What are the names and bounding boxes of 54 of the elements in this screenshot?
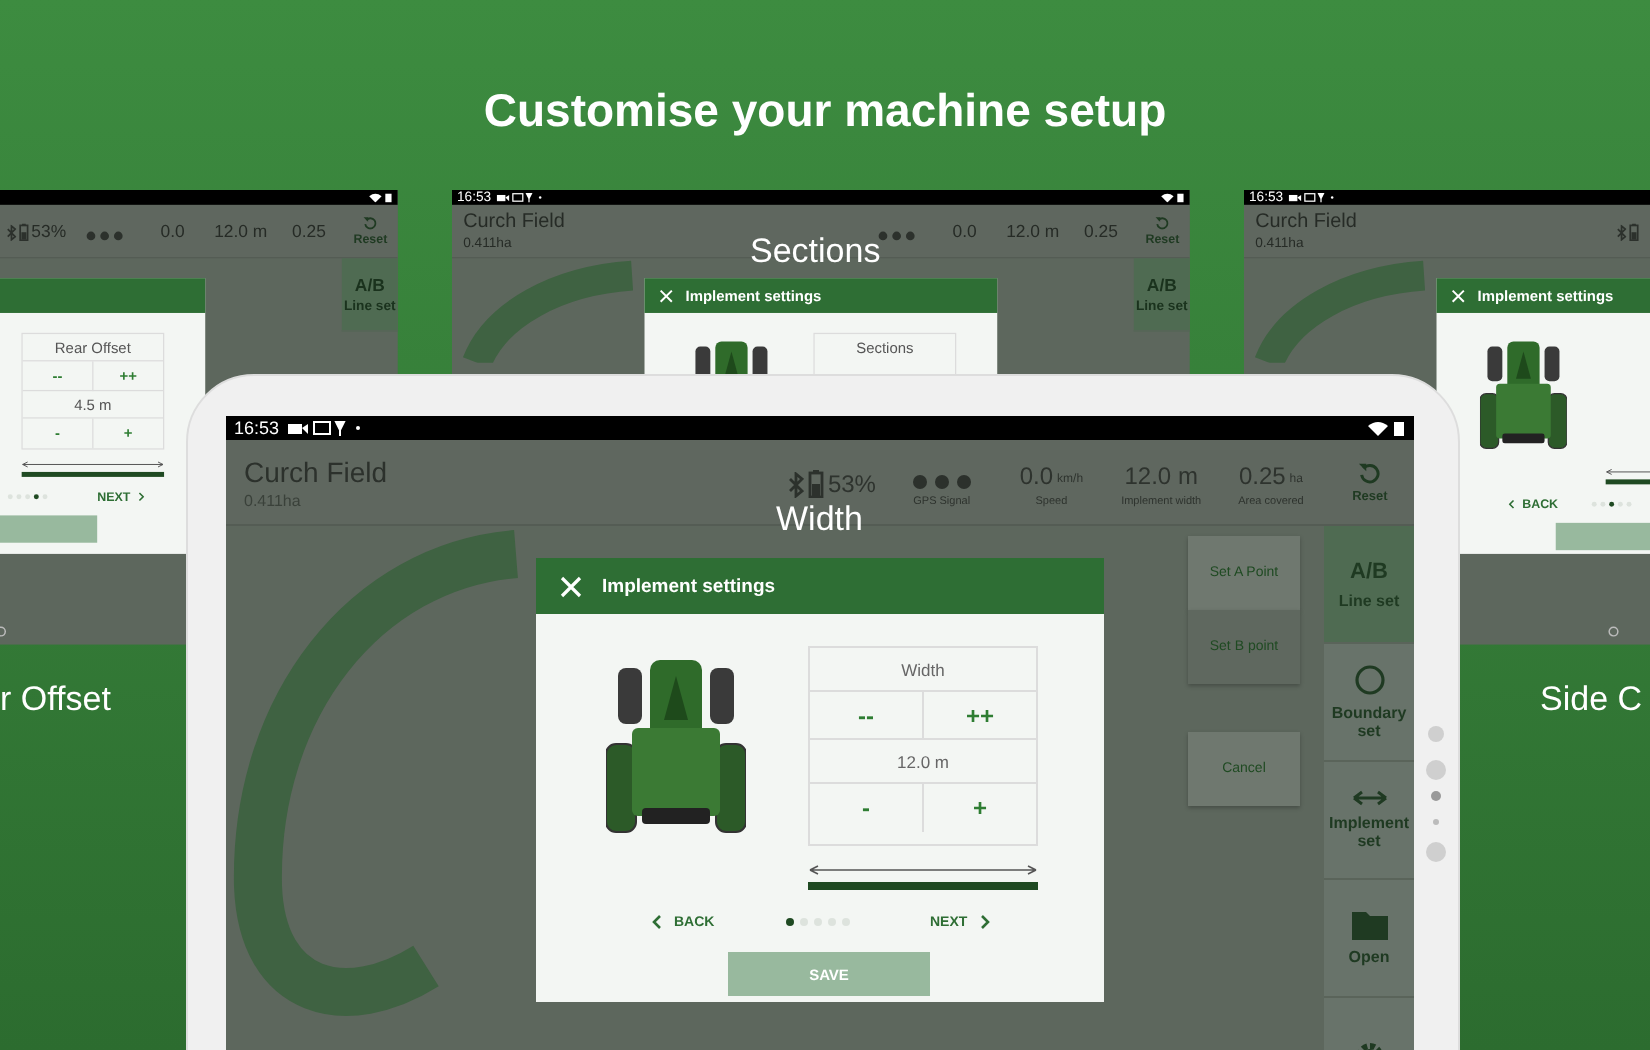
reset-icon <box>1155 215 1170 230</box>
chevron-right-icon <box>979 914 990 930</box>
dialog-title: Implement settings <box>602 575 776 597</box>
screen-caption: Sections <box>750 234 881 268</box>
reset-icon <box>363 215 378 230</box>
chevron-right-icon <box>137 491 144 502</box>
close-icon <box>560 575 582 597</box>
stat-value: 12.0 m <box>214 221 268 241</box>
battery-icon <box>1629 223 1639 241</box>
bluetooth-icon <box>6 224 17 241</box>
notification-icons-drawing <box>287 420 364 436</box>
setting-label: Width <box>810 648 1036 692</box>
side-nav-item[interactable]: Implement set <box>1324 762 1414 880</box>
close-button[interactable] <box>560 575 582 597</box>
screen-caption: Side C <box>1540 682 1643 716</box>
close-icon <box>1451 288 1466 303</box>
notification-icons-drawing <box>496 192 544 203</box>
setting-value: 12.0 m <box>810 740 1036 784</box>
field-name: Curch Field <box>463 211 567 234</box>
screen-caption: r Offset <box>0 682 111 716</box>
stat-value: 0.0 <box>952 221 977 241</box>
close-icon <box>659 288 674 303</box>
stat-value: 0.0 <box>160 221 185 241</box>
chevron-left-icon <box>652 914 662 930</box>
stat-value: 12.0 m <box>1006 221 1060 241</box>
increase-button[interactable]: + <box>922 784 1036 832</box>
status-time: 16:53 <box>234 418 280 438</box>
decrease-button[interactable]: -- <box>810 692 922 740</box>
stat-value: 53% <box>31 221 67 241</box>
gps-signal-icon <box>911 473 972 489</box>
field-name: Curch Field <box>1255 211 1359 234</box>
bluetooth-icon <box>1616 224 1627 241</box>
stat-value: 0.25 <box>1084 221 1118 241</box>
side-nav-item[interactable]: Boundary set <box>1324 644 1414 762</box>
screen-caption: Width <box>776 502 863 536</box>
double-arrow-icon <box>1351 790 1387 806</box>
stat-value: 0.25 <box>292 221 326 241</box>
frame-dots-drawing <box>1424 724 1448 868</box>
notification-icons-drawing <box>1288 192 1336 203</box>
bluetooth-icon <box>787 472 804 498</box>
headline: Customise your machine setup <box>481 84 1169 138</box>
close-button[interactable] <box>1451 288 1466 303</box>
reset-icon <box>1358 461 1381 483</box>
side-nav-item[interactable]: Open <box>1324 880 1414 998</box>
folder-icon <box>1351 910 1387 940</box>
close-button[interactable] <box>659 288 674 303</box>
gps-signal-icon <box>85 231 124 241</box>
gps-signal-icon <box>877 231 916 241</box>
increase-button[interactable]: ++ <box>922 692 1036 740</box>
decrease-button[interactable]: - <box>810 784 922 832</box>
circle-icon <box>1353 664 1385 696</box>
chevron-left-icon <box>1508 499 1515 510</box>
battery-icon <box>807 470 824 498</box>
battery-icon <box>18 223 29 241</box>
